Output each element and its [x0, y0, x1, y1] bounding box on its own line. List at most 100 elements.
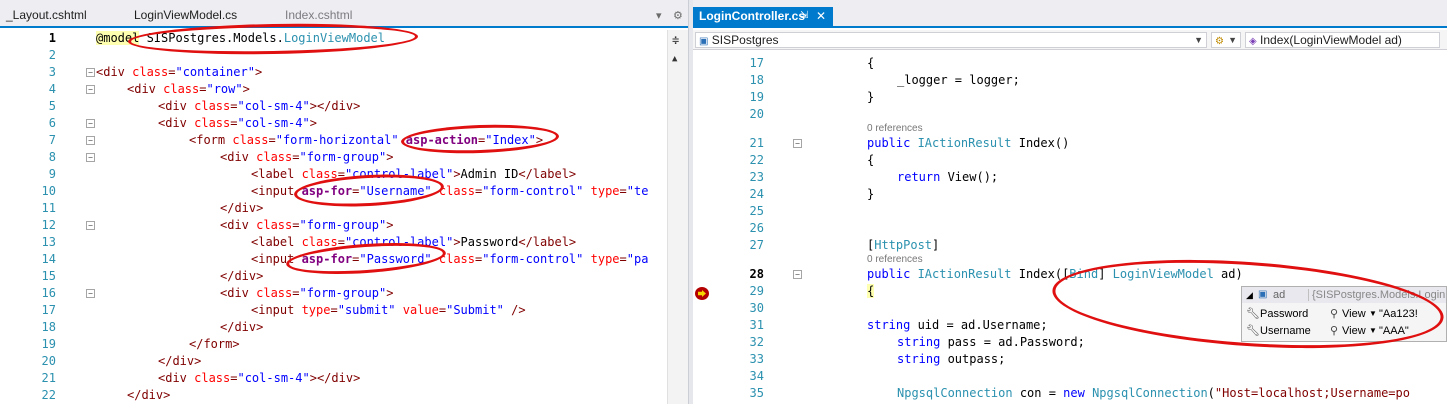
code-line[interactable]: 3 − <div class="container"> [0, 64, 688, 81]
variable-icon: ▣ [1258, 289, 1268, 300]
chevron-down-icon[interactable]: ▼ [1369, 323, 1377, 339]
collapse-triangle-icon[interactable]: ◢ [1246, 287, 1253, 303]
razor-editor-pane: _Layout.cshtml LoginViewModel.cs Index.c… [0, 0, 688, 404]
code-line[interactable]: 28 − public IActionResult Index([Bind] Log… [693, 266, 1447, 283]
line-number: 25 [749, 204, 764, 218]
tab-logincontroller-cs[interactable]: LoginController.cs ⇲ ✕ [693, 7, 833, 28]
code-line[interactable]: 2 [0, 47, 688, 64]
code-text: </div> [220, 201, 264, 215]
code-line[interactable]: 22 { [693, 152, 1447, 169]
line-number: 33 [749, 352, 764, 366]
class-icon: ⚙ [1215, 36, 1224, 47]
code-line[interactable]: 21 <div class="col-sm-4"></div> [0, 370, 688, 387]
tab-index-cshtml[interactable]: Index.cshtml [279, 6, 389, 26]
column-divider [1308, 289, 1309, 301]
code-line[interactable]: 34 [693, 368, 1447, 385]
code-line[interactable]: 12 − <div class="form-group"> [0, 217, 688, 234]
code-text: </div> [158, 354, 202, 368]
tab-label: LoginController.cs [699, 9, 806, 23]
collapse-region-icon[interactable]: − [86, 119, 95, 128]
code-line[interactable]: 5 <div class="col-sm-4"></div> [0, 98, 688, 115]
code-line[interactable]: 18 _logger = logger; [693, 72, 1447, 89]
line-number: 21 [41, 371, 56, 385]
code-line[interactable]: 10 <input asp-for="Username" class="form-… [0, 183, 688, 200]
line-number: 31 [749, 318, 764, 332]
code-line[interactable]: 16 − <div class="form-group"> [0, 285, 688, 302]
tab-loginviewmodel-cs[interactable]: LoginViewModel.cs [128, 6, 240, 26]
collapse-region-icon[interactable]: − [86, 221, 95, 230]
code-line[interactable]: 33 string outpass; [693, 351, 1447, 368]
member-dropdown[interactable]: ◈ Index(LoginViewModel ad) [1245, 32, 1440, 48]
project-dropdown[interactable]: ▣ SISPostgres ▼ [695, 32, 1207, 48]
collapse-region-icon[interactable]: − [86, 153, 95, 162]
tab-overflow-dropdown-icon[interactable]: ▾ [656, 9, 662, 23]
line-number: 6 [48, 116, 56, 130]
code-text: { [867, 56, 875, 70]
code-line[interactable]: 23 return View(); [693, 169, 1447, 186]
collapse-region-icon[interactable]: − [793, 139, 802, 148]
breakpoint-current-line-icon[interactable] [695, 287, 709, 300]
code-line[interactable]: 17 { [693, 55, 1447, 72]
code-line[interactable]: 6 − <div class="col-sm-4"> [0, 115, 688, 132]
code-text: </div> [220, 269, 264, 283]
scroll-up-icon[interactable]: ▲ [672, 54, 683, 66]
code-text: _logger = logger; [897, 73, 1020, 87]
code-line[interactable]: 24} [693, 186, 1447, 203]
datatip-view-button[interactable]: View [1342, 323, 1366, 339]
line-number: 15 [41, 269, 56, 283]
collapse-region-icon[interactable]: − [86, 289, 95, 298]
code-line[interactable]: 19} [693, 89, 1447, 106]
pin-icon[interactable]: ⇲ [800, 7, 808, 25]
code-line[interactable]: 27 [HttpPost] [693, 237, 1447, 254]
datatip-row-username[interactable]: 🔧︎ Username ⚲ View ▼ "AAA" [1242, 323, 1446, 339]
code-line[interactable]: 14 <input asp-for="Password" class="form-… [0, 251, 688, 268]
code-line[interactable]: 20 </div> [0, 353, 688, 370]
magnifier-icon[interactable]: ⚲ [1330, 306, 1338, 322]
navigation-bar: ▣ SISPostgres ▼ ⚙ ▼ ◈ Index(LoginViewMod… [693, 30, 1447, 50]
code-line[interactable]: 35 NpgsqlConnection con = new NpgsqlConne… [693, 385, 1447, 402]
code-line[interactable]: 15 </div> [0, 268, 688, 285]
code-line[interactable]: 25 [693, 203, 1447, 220]
settings-gear-icon[interactable]: ⚙ [673, 9, 683, 23]
datatip-row-password[interactable]: 🔧︎ Password ⚲ View ▼ "Aa123! [1242, 306, 1446, 322]
collapse-region-icon[interactable]: − [86, 68, 95, 77]
line-number: 20 [41, 354, 56, 368]
code-line[interactable]: 22 </div> [0, 387, 688, 404]
left-code-area[interactable]: 1 @model SISPostgres.Models.LoginViewMode… [0, 30, 688, 404]
code-line[interactable]: 26 [693, 220, 1447, 237]
close-tab-icon[interactable]: ✕ [816, 7, 826, 25]
line-number: 28 [749, 267, 764, 281]
collapse-region-icon[interactable]: − [86, 136, 95, 145]
datatip-popup[interactable]: ◢ ▣ ad {SISPostgres.Models.Login 🔧︎ Pass… [1241, 286, 1447, 342]
line-number: 2 [48, 48, 56, 62]
collapse-region-icon[interactable]: − [793, 270, 802, 279]
code-line[interactable]: 19 </form> [0, 336, 688, 353]
code-line[interactable]: 9 <label class="control-label">Admin ID</… [0, 166, 688, 183]
code-line[interactable]: 21 − public IActionResult Index() [693, 135, 1447, 152]
code-line[interactable]: 1 @model SISPostgres.Models.LoginViewMode… [0, 30, 688, 47]
line-number: 18 [41, 320, 56, 334]
line-number: 13 [41, 235, 56, 249]
codelens-references[interactable]: 0 references [867, 122, 923, 135]
chevron-down-icon[interactable]: ▼ [1369, 306, 1377, 322]
code-line[interactable]: 7 − <form class="form-horizontal" asp-acti… [0, 132, 688, 149]
line-number: 17 [749, 56, 764, 70]
magnifier-icon[interactable]: ⚲ [1330, 323, 1338, 339]
right-code-area[interactable]: 17{18 _logger = logger; 19} 20 0 references 2… [693, 51, 1447, 404]
code-line[interactable]: 20 [693, 106, 1447, 123]
code-line[interactable]: 13 <label class="control-label">Password<… [0, 234, 688, 251]
datatip-header[interactable]: ◢ ▣ ad {SISPostgres.Models.Login [1242, 287, 1446, 303]
tab-layout-cshtml[interactable]: _Layout.cshtml [0, 6, 92, 26]
line-number: 24 [749, 187, 764, 201]
datatip-view-button[interactable]: View [1342, 306, 1366, 322]
type-dropdown[interactable]: ⚙ ▼ [1211, 32, 1241, 48]
codelens-references[interactable]: 0 references [867, 253, 923, 266]
split-window-icon[interactable]: ≑ [672, 33, 679, 47]
vertical-scrollbar[interactable]: ≑ ▲ [667, 30, 688, 404]
collapse-region-icon[interactable]: − [86, 85, 95, 94]
code-line[interactable]: 18 </div> [0, 319, 688, 336]
code-line[interactable]: 8 − <div class="form-group"> [0, 149, 688, 166]
code-line[interactable]: 17 <input type="submit" value="Submit" /> [0, 302, 688, 319]
code-line[interactable]: 4 − <div class="row"> [0, 81, 688, 98]
code-line[interactable]: 11 </div> [0, 200, 688, 217]
